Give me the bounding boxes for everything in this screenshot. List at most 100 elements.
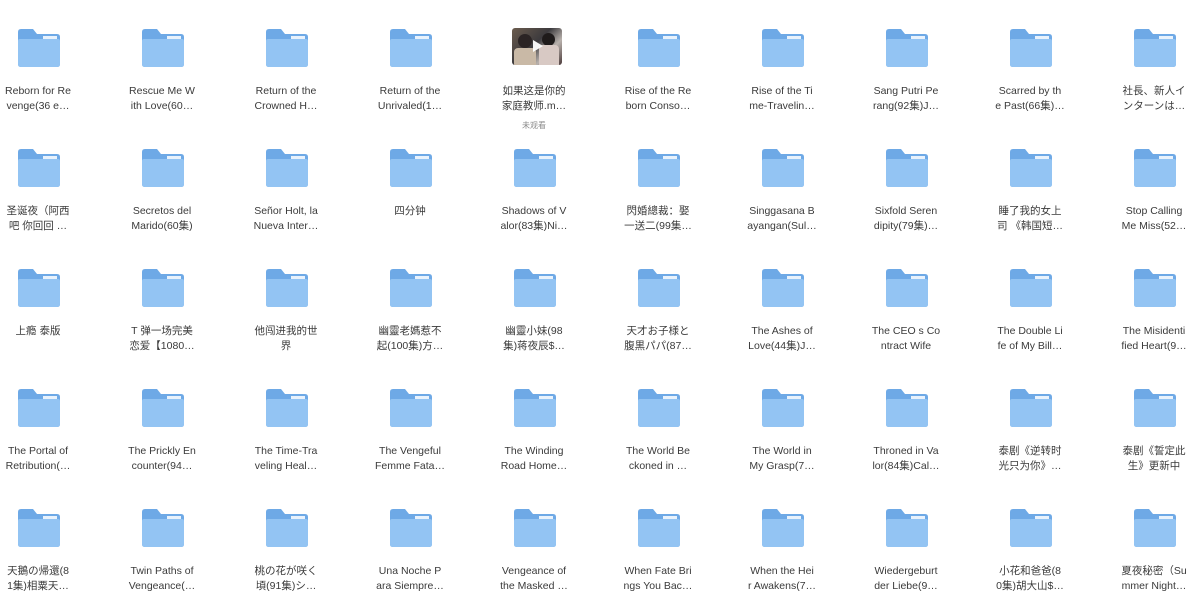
- folder-icon: [636, 506, 682, 548]
- item-label: 閃婚總裁：娶 一送二(99集…: [624, 205, 692, 232]
- folder-item[interactable]: 幽靈老媽惹不 起(100集)方…: [348, 256, 472, 376]
- item-label: T 弹一场完美 恋爱【1080…: [129, 325, 195, 352]
- play-icon: [533, 40, 543, 52]
- folder-item[interactable]: 小花和爸爸(8 0集)胡大山$…: [968, 496, 1092, 599]
- folder-item[interactable]: 夏夜秘密（Su mmer Night…: [1092, 496, 1200, 599]
- item-label: Vengeance of the Masked …: [500, 565, 568, 592]
- folder-item[interactable]: Reborn for Re venge(36 e…: [0, 16, 100, 136]
- folder-item[interactable]: The Misidenti fied Heart(9…: [1092, 256, 1200, 376]
- folder-item[interactable]: Secretos del Marido(60集): [100, 136, 224, 256]
- folder-icon: [1132, 386, 1178, 428]
- item-label: The Portal of Retribution(…: [5, 445, 71, 472]
- folder-item[interactable]: Rise of the Re born Conso…: [596, 16, 720, 136]
- folder-item[interactable]: Singgasana B ayangan(Sul…: [720, 136, 844, 256]
- item-label: The World Be ckoned in …: [626, 445, 690, 472]
- folder-icon: [760, 146, 806, 188]
- folder-item[interactable]: The World in My Grasp(7…: [720, 376, 844, 496]
- folder-item[interactable]: Wiedergeburt der Liebe(9…: [844, 496, 968, 599]
- item-label: Wiedergeburt der Liebe(9…: [874, 565, 938, 592]
- folder-item[interactable]: 四分钟: [348, 136, 472, 256]
- item-label: 社長、新人イ ンターンは…: [1122, 85, 1186, 112]
- folder-item[interactable]: 天才お子様と 腹黒パパ(87…: [596, 256, 720, 376]
- folder-icon: [1008, 506, 1054, 548]
- folder-icon: [636, 266, 682, 308]
- folder-icon: [264, 146, 310, 188]
- item-label: 夏夜秘密（Su mmer Night…: [1121, 565, 1187, 592]
- item-label: 泰剧《逆转时 光只为你》…: [998, 445, 1062, 472]
- folder-item[interactable]: Rescue Me W ith Love(60…: [100, 16, 224, 136]
- folder-item[interactable]: Señor Holt, la Nueva Inter…: [224, 136, 348, 256]
- folder-item[interactable]: The Portal of Retribution(…: [0, 376, 100, 496]
- item-label: 泰剧《誓定此 生》更新中: [1122, 445, 1186, 472]
- folder-item[interactable]: Stop Calling Me Miss(52…: [1092, 136, 1200, 256]
- folder-item[interactable]: Sang Putri Pe rang(92集)J…: [844, 16, 968, 136]
- folder-item[interactable]: 幽靈小妹(98 集)蒋夜辰$…: [472, 256, 596, 376]
- folder-item[interactable]: T 弹一场完美 恋爱【1080…: [100, 256, 224, 376]
- item-label: Rescue Me W ith Love(60…: [129, 85, 195, 112]
- video-thumbnail: [512, 28, 562, 65]
- folder-item[interactable]: 泰剧《誓定此 生》更新中: [1092, 376, 1200, 496]
- folder-icon: [1008, 26, 1054, 68]
- status-label: 未观看: [522, 121, 546, 130]
- folder-item[interactable]: 天鵝の帰還(8 1集)相粟天…: [0, 496, 100, 599]
- folder-item[interactable]: The Prickly En counter(94…: [100, 376, 224, 496]
- folder-item[interactable]: 桃の花が咲く 頃(91集)シ…: [224, 496, 348, 599]
- folder-icon: [1008, 146, 1054, 188]
- folder-item[interactable]: Vengeance of the Masked …: [472, 496, 596, 599]
- folder-item[interactable]: Una Noche P ara Siempre…: [348, 496, 472, 599]
- folder-item[interactable]: The CEO s Co ntract Wife: [844, 256, 968, 376]
- folder-item[interactable]: 他闯进我的世 界: [224, 256, 348, 376]
- folder-item[interactable]: Throned in Va lor(84集)Cal…: [844, 376, 968, 496]
- folder-icon: [388, 146, 434, 188]
- folder-item[interactable]: The Vengeful Femme Fata…: [348, 376, 472, 496]
- folder-item[interactable]: Sixfold Seren dipity(79集)…: [844, 136, 968, 256]
- folder-item[interactable]: The Winding Road Home…: [472, 376, 596, 496]
- item-label: Reborn for Re venge(36 e…: [5, 85, 71, 112]
- folder-item[interactable]: Return of the Crowned H…: [224, 16, 348, 136]
- folder-item[interactable]: Twin Paths of Vengeance(…: [100, 496, 224, 599]
- folder-icon: [760, 26, 806, 68]
- folder-item[interactable]: 閃婚總裁：娶 一送二(99集…: [596, 136, 720, 256]
- folder-item[interactable]: 圣诞夜（阿西 吧 你回回 …: [0, 136, 100, 256]
- folder-icon: [388, 386, 434, 428]
- folder-icon: [760, 266, 806, 308]
- item-label: The Double Li fe of My Bill…: [997, 325, 1063, 352]
- item-label: Twin Paths of Vengeance(…: [128, 565, 196, 592]
- folder-icon: [140, 386, 186, 428]
- folder-item[interactable]: Rise of the Ti me-Travelin…: [720, 16, 844, 136]
- folder-item[interactable]: Shadows of V alor(83集)Ni…: [472, 136, 596, 256]
- item-label: Scarred by th e Past(66集)…: [995, 85, 1065, 112]
- folder-item[interactable]: The Double Li fe of My Bill…: [968, 256, 1092, 376]
- folder-item[interactable]: 泰剧《逆转时 光只为你》…: [968, 376, 1092, 496]
- folder-icon: [512, 506, 558, 548]
- folder-item[interactable]: The World Be ckoned in …: [596, 376, 720, 496]
- folder-item[interactable]: 睡了我的女上 司 《韩国短…: [968, 136, 1092, 256]
- folder-icon: [884, 26, 930, 68]
- folder-item[interactable]: Scarred by th e Past(66集)…: [968, 16, 1092, 136]
- folder-icon: [264, 386, 310, 428]
- folder-icon: [884, 266, 930, 308]
- folder-item[interactable]: When the Hei r Awakens(7…: [720, 496, 844, 599]
- folder-icon: [512, 266, 558, 308]
- folder-item[interactable]: The Time-Tra veling Heal…: [224, 376, 348, 496]
- item-label: Señor Holt, la Nueva Inter…: [253, 205, 319, 232]
- item-label: 天才お子様と 腹黒パパ(87…: [624, 325, 692, 352]
- folder-icon: [1008, 386, 1054, 428]
- folder-icon: [1008, 266, 1054, 308]
- folder-icon: [388, 26, 434, 68]
- item-label: 如果这是你的 家庭教师.m…: [501, 85, 567, 112]
- folder-icon: [388, 506, 434, 548]
- item-label: The CEO s Co ntract Wife: [871, 325, 941, 352]
- folder-item[interactable]: The Ashes of Love(44集)J…: [720, 256, 844, 376]
- video-file-item[interactable]: 如果这是你的 家庭教师.m… 未观看: [472, 16, 596, 136]
- item-label: Stop Calling Me Miss(52…: [1121, 205, 1187, 232]
- folder-icon: [1132, 266, 1178, 308]
- item-label: The World in My Grasp(7…: [749, 445, 815, 472]
- folder-item[interactable]: 社長、新人イ ンターンは…: [1092, 16, 1200, 136]
- item-label: 天鵝の帰還(8 1集)相粟天…: [7, 565, 69, 592]
- folder-icon: [636, 386, 682, 428]
- folder-item[interactable]: When Fate Bri ngs You Bac…: [596, 496, 720, 599]
- folder-item[interactable]: 上瘾 泰版: [0, 256, 100, 376]
- folder-item[interactable]: Return of the Unrivaled(1…: [348, 16, 472, 136]
- folder-icon: [16, 26, 62, 68]
